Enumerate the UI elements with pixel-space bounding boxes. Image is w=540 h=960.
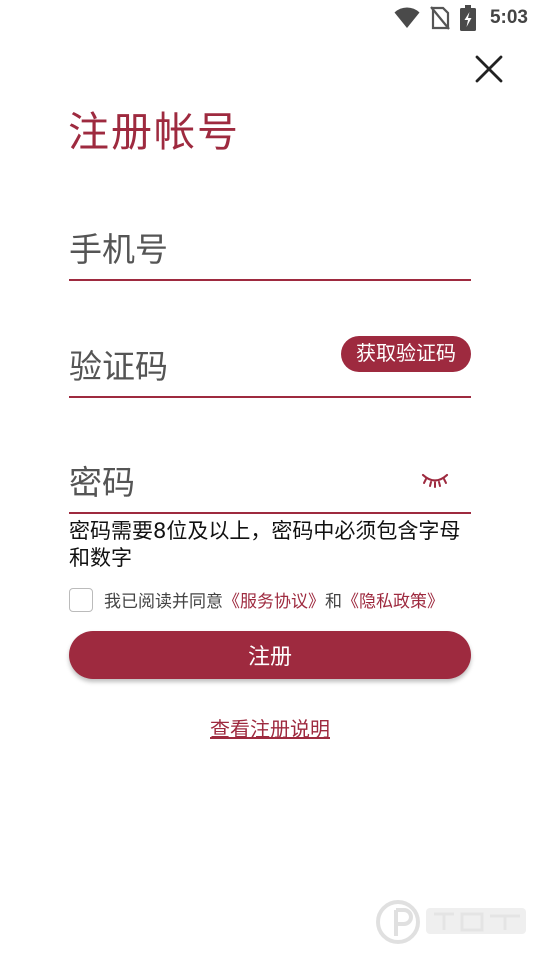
close-icon <box>475 55 503 83</box>
agreement-row: 我已阅读并同意 《服务协议》 和 《隐私政策》 <box>69 587 444 612</box>
terms-link[interactable]: 《服务协议》 <box>223 587 325 612</box>
password-hint: 密码需要8位及以上，密码中必须包含字母和数字 <box>69 519 461 570</box>
privacy-link[interactable]: 《隐私政策》 <box>342 587 444 612</box>
battery-charging-icon <box>459 5 476 31</box>
password-field-container <box>69 452 471 514</box>
no-sim-icon <box>430 6 450 30</box>
watermark-logo <box>376 900 526 944</box>
phone-field-container <box>69 219 471 281</box>
agreement-prefix: 我已阅读并同意 <box>104 592 223 612</box>
page-title: 注册帐号 <box>68 108 240 156</box>
register-button[interactable]: 注册 <box>69 631 471 679</box>
get-code-button[interactable]: 获取验证码 <box>341 336 471 372</box>
status-icons: 5:03 <box>394 5 528 31</box>
status-time: 5:03 <box>489 7 528 28</box>
agreement-checkbox[interactable] <box>69 587 93 612</box>
eye-closed-icon <box>421 473 449 488</box>
phone-input[interactable] <box>69 219 471 279</box>
close-button[interactable] <box>474 54 504 84</box>
password-input[interactable] <box>69 452 389 512</box>
registration-instructions-link[interactable]: 查看注册说明 <box>0 713 540 742</box>
verification-code-input[interactable] <box>69 336 319 396</box>
agreement-conjunction: 和 <box>325 592 342 612</box>
wifi-icon <box>394 7 420 28</box>
password-visibility-toggle[interactable] <box>421 470 449 490</box>
status-bar: 5:03 <box>0 0 540 36</box>
code-field-container: 获取验证码 <box>69 336 471 398</box>
